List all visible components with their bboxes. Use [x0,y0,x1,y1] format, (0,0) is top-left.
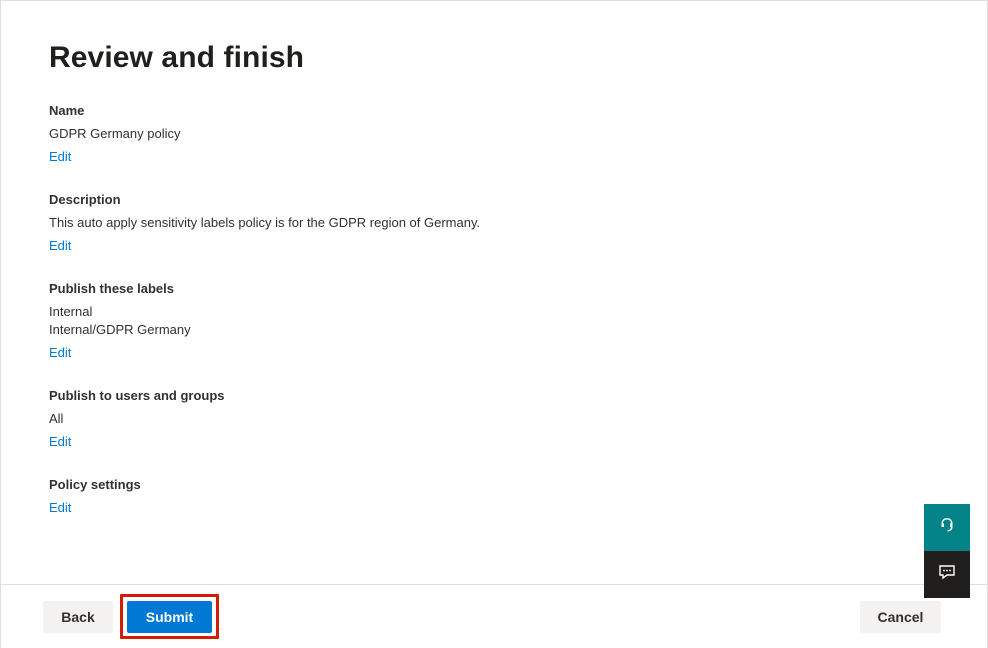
headset-icon [939,516,955,539]
edit-policy-settings-link[interactable]: Edit [49,499,71,517]
edit-labels-link[interactable]: Edit [49,344,71,362]
edit-description-link[interactable]: Edit [49,237,71,255]
section-description: Description This auto apply sensitivity … [49,191,749,255]
edit-users-groups-link[interactable]: Edit [49,433,71,451]
section-value: Internal [49,304,93,319]
help-button[interactable] [924,504,970,551]
feedback-icon [938,564,956,585]
feedback-button[interactable] [924,551,970,598]
section-value: Internal/GDPR Germany [49,322,191,337]
section-name: Name GDPR Germany policy Edit [49,102,749,166]
section-heading: Name [49,103,85,118]
section-heading: Description [49,192,121,207]
section-value: GDPR Germany policy [49,126,181,141]
edit-name-link[interactable]: Edit [49,148,71,166]
section-policy-settings: Policy settings Edit [49,476,749,517]
submit-button[interactable]: Submit [127,601,212,633]
section-labels: Publish these labels Internal Internal/G… [49,280,749,362]
cancel-button[interactable]: Cancel [860,601,941,633]
section-value: This auto apply sensitivity labels polic… [49,215,481,230]
wizard-panel: Review and finish Name GDPR Germany poli… [0,0,988,648]
back-button[interactable]: Back [43,601,113,633]
section-value: All [49,411,64,426]
section-heading: Policy settings [49,477,141,492]
section-users-groups: Publish to users and groups All Edit [49,387,749,451]
footer-divider [0,584,988,585]
section-heading: Publish these labels [49,281,174,296]
section-heading: Publish to users and groups [49,388,225,403]
page-title: Review and finish [49,41,305,74]
